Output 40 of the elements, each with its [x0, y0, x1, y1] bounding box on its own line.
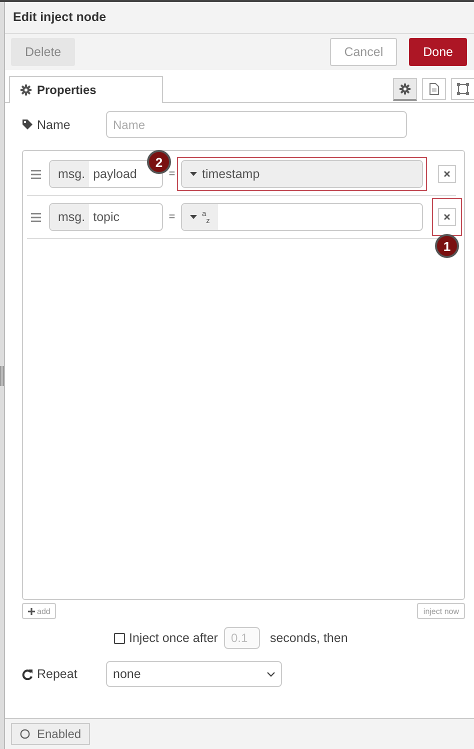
refresh-icon — [22, 668, 33, 680]
chevron-icon — [267, 672, 275, 676]
step-badge: 2 — [147, 150, 171, 174]
grip-icon — [0, 366, 4, 386]
gear-icon — [20, 84, 32, 96]
name-field[interactable]: Name — [106, 111, 407, 138]
equals-sign: = — [168, 211, 176, 223]
caret-icon — [190, 215, 197, 219]
gear-icon — [399, 82, 411, 94]
enabled-button[interactable]: Enabled — [11, 723, 90, 745]
circle-icon — [20, 729, 30, 739]
tag-icon — [22, 119, 33, 130]
msg-prefix: msg. — [50, 204, 90, 230]
property-field[interactable]: msg. topic — [49, 203, 163, 231]
type-label: timestamp — [202, 167, 260, 181]
settings-tab[interactable] — [393, 78, 417, 100]
step-badge: 1 — [435, 234, 459, 258]
repeat-select[interactable]: none — [106, 661, 282, 687]
tray-title: Edit inject node — [5, 2, 474, 34]
plus-icon — [28, 608, 35, 614]
close-icon — [444, 214, 450, 220]
type-selector[interactable]: timestamp — [182, 161, 422, 187]
repeat-label: Repeat — [37, 667, 78, 681]
seconds-label: seconds, then — [270, 631, 348, 645]
caret-icon — [190, 172, 197, 176]
remove-button[interactable] — [438, 208, 456, 226]
name-label: Name — [37, 118, 70, 132]
drag-handle-icon — [31, 170, 41, 178]
properties-tab[interactable]: Properties — [9, 76, 163, 103]
appearance-tab[interactable] — [451, 78, 474, 100]
remove-button[interactable] — [438, 165, 456, 183]
close-icon — [444, 171, 450, 177]
done-button[interactable]: Done — [409, 38, 467, 66]
drag-handle-icon — [31, 212, 41, 222]
description-tab[interactable] — [422, 78, 446, 100]
document-icon — [428, 82, 440, 94]
msg-prefix: msg. — [50, 161, 90, 187]
inject-once-checkbox[interactable] — [114, 632, 125, 644]
frame-icon — [457, 82, 469, 94]
inject-once-label: Inject once after — [129, 631, 218, 645]
